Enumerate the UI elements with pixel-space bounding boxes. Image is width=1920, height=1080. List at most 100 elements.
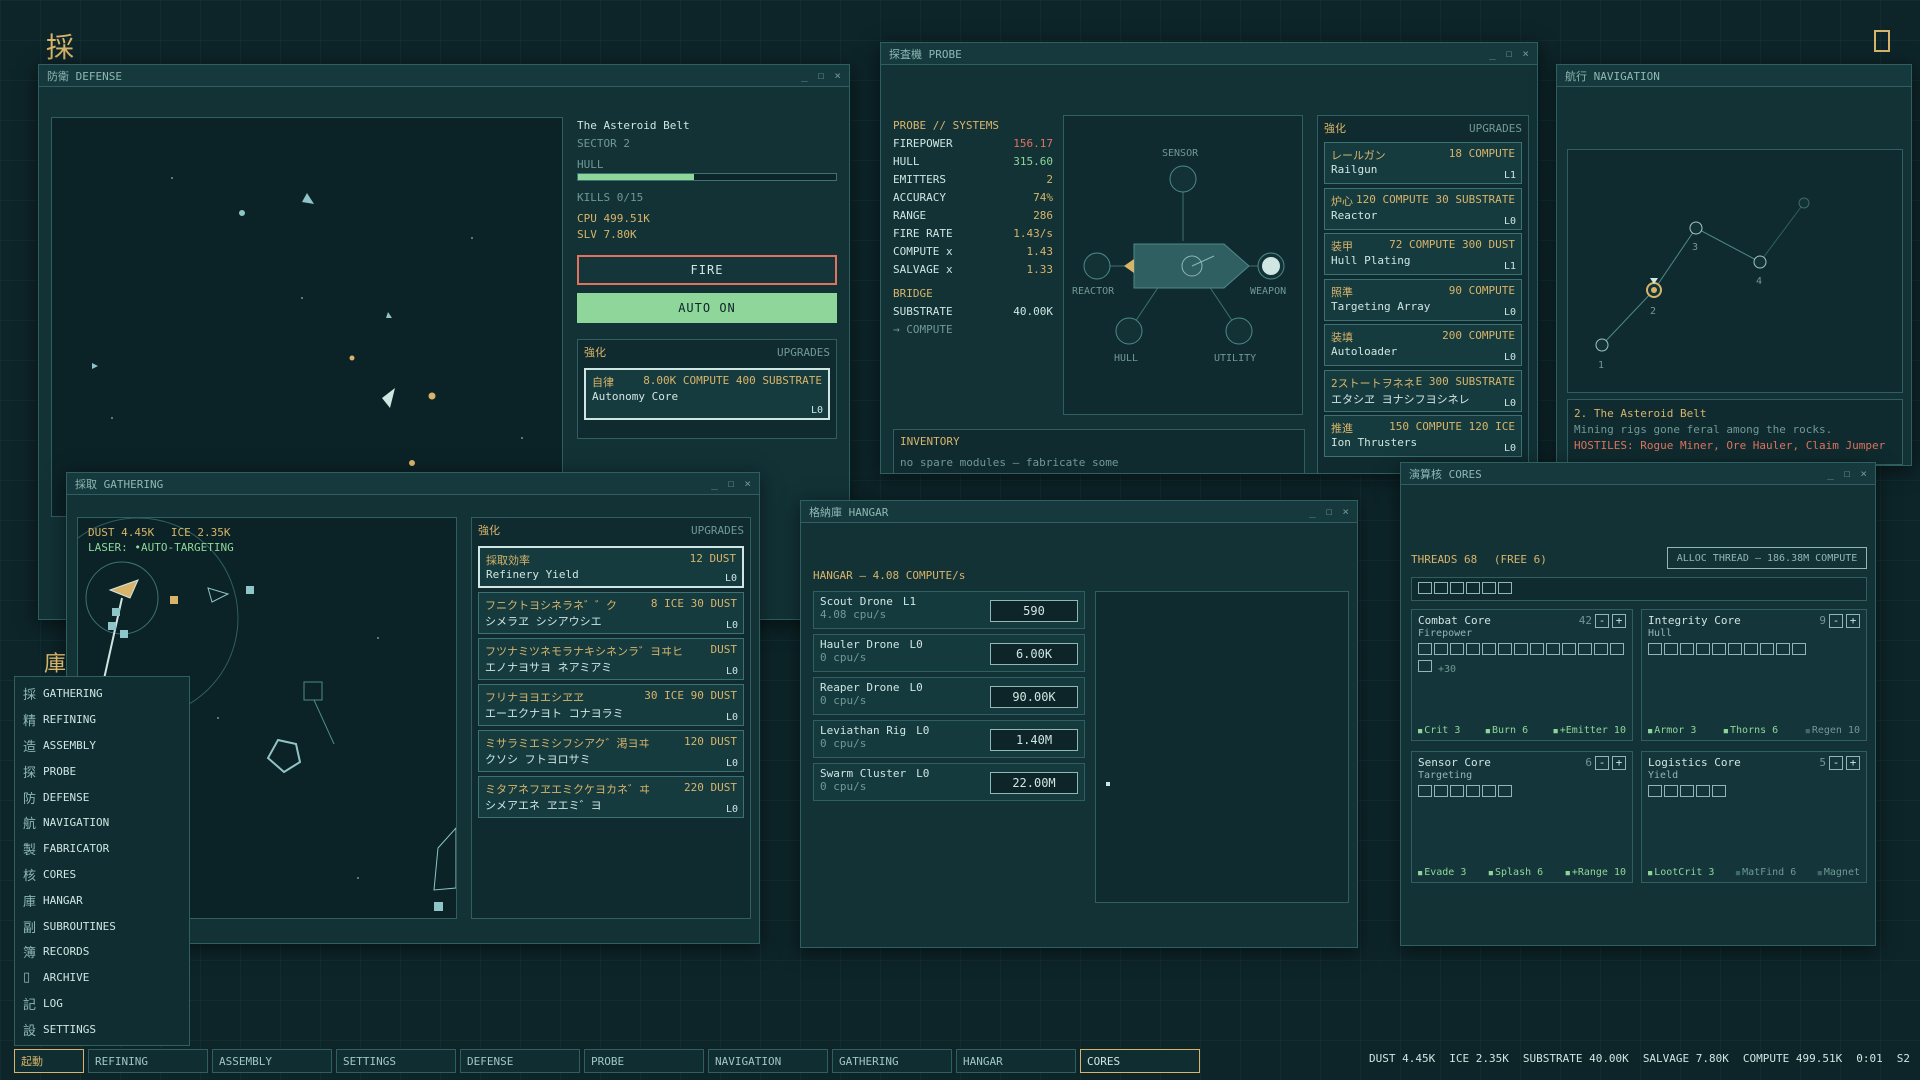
upgrade-card[interactable]: フツナミツネモラナキシネンラ゛ヨヰヒ DUST エノナヨサヨ ネアミアミ L0 — [478, 638, 744, 680]
close-icon[interactable]: × — [1860, 467, 1867, 480]
nav-item-label: LOG — [43, 996, 63, 1010]
upgrade-card[interactable]: 装填 200 COMPUTE Autoloader L0 — [1324, 324, 1522, 366]
nav-item-label: PROBE — [43, 764, 77, 778]
hangar-titlebar[interactable]: 格納庫 HANGAR _ ☐ × — [801, 501, 1357, 523]
core-count: 42 — [1578, 614, 1592, 627]
close-icon[interactable]: × — [1522, 47, 1529, 60]
drone-row[interactable]: Swarm Cluster L0 0 cpu/s 22.00M — [813, 763, 1085, 801]
task-navigation[interactable]: NAVIGATION — [708, 1049, 828, 1073]
start-button[interactable]: 起動 — [14, 1049, 84, 1073]
minus-button[interactable]: - — [1829, 756, 1843, 770]
maximize-icon[interactable]: ☐ — [1844, 467, 1851, 480]
minus-button[interactable]: - — [1595, 756, 1609, 770]
upgrade-level: L0 — [810, 405, 823, 416]
upgrade-card-autonomy[interactable]: 自律 8.00K COMPUTE 400 SUBSTRATE Autonomy C… — [584, 368, 830, 420]
resource-readout: ICE 2.35K — [1449, 1052, 1509, 1065]
nav-item-settings[interactable]: 設 SETTINGS — [15, 1016, 189, 1042]
plus-button[interactable]: + — [1846, 756, 1860, 770]
nav-item-probe[interactable]: 探 PROBE — [15, 758, 189, 784]
core-count: 9 — [1819, 614, 1826, 627]
upgrade-card[interactable]: レールガン 18 COMPUTE Railgun L1 — [1324, 142, 1522, 184]
maximize-icon[interactable]: ☐ — [818, 69, 825, 82]
drone-row[interactable]: Hauler Drone L0 0 cpu/s 6.00K — [813, 634, 1085, 672]
core-name: Combat Core — [1418, 614, 1491, 627]
gathering-titlebar[interactable]: 採取 GATHERING _ ☐ × — [67, 473, 759, 495]
drone-row[interactable]: Leviathan Rig L0 0 cpu/s 1.40M — [813, 720, 1085, 758]
task-assembly[interactable]: ASSEMBLY — [212, 1049, 332, 1073]
maximize-icon[interactable]: ☐ — [1506, 47, 1513, 60]
plus-button[interactable]: + — [1612, 614, 1626, 628]
nav-item-cores[interactable]: 核 CORES — [15, 862, 189, 888]
drone-buy-button[interactable]: 1.40M — [990, 729, 1078, 751]
upgrade-card[interactable]: ミタアネフヱエミクケヨカネ゛ヰ 220 DUST シメアエネ ヱエミ゛ヨ L0 — [478, 776, 744, 818]
probe-titlebar[interactable]: 探査機 PROBE _ ☐ × — [881, 43, 1537, 65]
nav-item-gathering[interactable]: 採 GATHERING — [15, 681, 189, 707]
upgrade-card[interactable]: ミサラミエミシフシアク゛渇ヨヰ 120 DUST クソシ フトヨロサミ L0 — [478, 730, 744, 772]
resource-readout: SUBSTRATE 40.00K — [1522, 1052, 1629, 1065]
upgrade-card[interactable]: 炉心 120 COMPUTE 30 SUBSTRATE Reactor L0 — [1324, 187, 1522, 230]
alloc-thread-button[interactable]: ALLOC THREAD — 186.38M COMPUTE — [1667, 547, 1867, 569]
minimize-icon[interactable]: _ — [1309, 505, 1316, 518]
task-probe[interactable]: PROBE — [584, 1049, 704, 1073]
task-gathering[interactable]: GATHERING — [832, 1049, 952, 1073]
cores-titlebar[interactable]: 演算核 CORES _ ☐ × — [1401, 463, 1875, 485]
nav-item-archive[interactable]: ▯ ARCHIVE — [15, 965, 189, 991]
task-refining[interactable]: REFINING — [88, 1049, 208, 1073]
upgrade-card[interactable]: 推進 150 COMPUTE 120 ICE Ion Thrusters L0 — [1324, 415, 1522, 457]
compute-link[interactable]: → COMPUTE — [893, 321, 1053, 339]
probe-upgrades-panel: 強化 UPGRADES レールガン 18 COMPUTE Railgun L1 炉心 120… — [1317, 115, 1529, 473]
nav-item-hangar[interactable]: 庫 HANGAR — [15, 887, 189, 913]
drone-buy-button[interactable]: 22.00M — [990, 772, 1078, 794]
auto-button[interactable]: AUTO ON — [577, 293, 837, 323]
upgrade-card[interactable]: フリナヨヨエシヱヱ 30 ICE 90 DUST エーエクナヨト コナヨラミ L0 — [478, 684, 744, 726]
nav-item-refining[interactable]: 精 REFINING — [15, 707, 189, 733]
side-glyph: 庫 — [44, 652, 67, 677]
nav-item-fabricator[interactable]: 製 FABRICATOR — [15, 836, 189, 862]
drone-buy-button[interactable]: 6.00K — [990, 643, 1078, 665]
upgrade-card[interactable]: フニクトヨシネラネ゛゛ク 8 ICE 30 DUST シメラヱ シシアウシエ L0 — [478, 592, 744, 634]
drone-buy-button[interactable]: 590 — [990, 600, 1078, 622]
minimize-icon[interactable]: _ — [711, 477, 718, 490]
plus-button[interactable]: + — [1612, 756, 1626, 770]
plus-button[interactable]: + — [1846, 614, 1860, 628]
close-icon[interactable]: × — [744, 477, 751, 490]
task-defense[interactable]: DEFENSE — [460, 1049, 580, 1073]
close-icon[interactable]: × — [1342, 505, 1349, 518]
fire-button[interactable]: FIRE — [577, 255, 837, 285]
nav-item-navigation[interactable]: 航 NAVIGATION — [15, 810, 189, 836]
task-hangar[interactable]: HANGAR — [956, 1049, 1076, 1073]
core-perk: Evade 3 — [1418, 867, 1466, 878]
bridge-label: BRIDGE — [893, 287, 933, 300]
navigation-titlebar[interactable]: 航行 NAVIGATION — [1557, 65, 1911, 87]
drone-row[interactable]: Reaper Drone L0 0 cpu/s 90.00K — [813, 677, 1085, 715]
maximize-icon[interactable]: ☐ — [1326, 505, 1333, 518]
upgrade-card[interactable]: 採取効率 12 DUST Refinery Yield L0 — [478, 546, 744, 588]
nav-item-defense[interactable]: 防 DEFENSE — [15, 784, 189, 810]
drone-row[interactable]: Scout Drone L1 4.08 cpu/s 590 — [813, 591, 1085, 629]
task-settings[interactable]: SETTINGS — [336, 1049, 456, 1073]
minus-button[interactable]: - — [1595, 614, 1609, 628]
close-icon[interactable]: × — [834, 69, 841, 82]
upgrade-level: L0 — [725, 804, 738, 815]
minimize-icon[interactable]: _ — [1827, 467, 1834, 480]
upgrade-name: Hull Plating — [1331, 254, 1411, 267]
upgrade-card[interactable]: 2ストートヲネネ E 300 SUBSTRATE エタシヱ ヨナシフヨシネレ L0 — [1324, 369, 1522, 412]
nav-item-records[interactable]: 簿 RECORDS — [15, 939, 189, 965]
core-card: Combat Core 42-+ Firepower +30 Crit 3 Burn 6 +… — [1411, 609, 1633, 741]
drone-buy-button[interactable]: 90.00K — [990, 686, 1078, 708]
nav-location: 2. The Asteroid Belt — [1574, 407, 1707, 420]
defense-viewport[interactable] — [51, 117, 563, 517]
nav-item-assembly[interactable]: 造 ASSEMBLY — [15, 733, 189, 759]
upgrade-card[interactable]: 照準 90 COMPUTE Targeting Array L0 — [1324, 278, 1522, 321]
minimize-icon[interactable]: _ — [801, 69, 808, 82]
task-cores[interactable]: CORES — [1080, 1049, 1200, 1073]
nav-item-subroutines[interactable]: 副 SUBROUTINES — [15, 913, 189, 939]
minimize-icon[interactable]: _ — [1489, 47, 1496, 60]
upgrade-card[interactable]: 装甲 72 COMPUTE 300 DUST Hull Plating L1 — [1324, 233, 1522, 275]
defense-titlebar[interactable]: 防衛 DEFENSE _ ☐ × — [39, 65, 849, 87]
star-map[interactable]: 1 2 3 4 — [1567, 149, 1903, 393]
minus-button[interactable]: - — [1829, 614, 1843, 628]
archive-icon[interactable] — [1874, 30, 1890, 52]
maximize-icon[interactable]: ☐ — [728, 477, 735, 490]
nav-item-log[interactable]: 記 LOG — [15, 991, 189, 1017]
